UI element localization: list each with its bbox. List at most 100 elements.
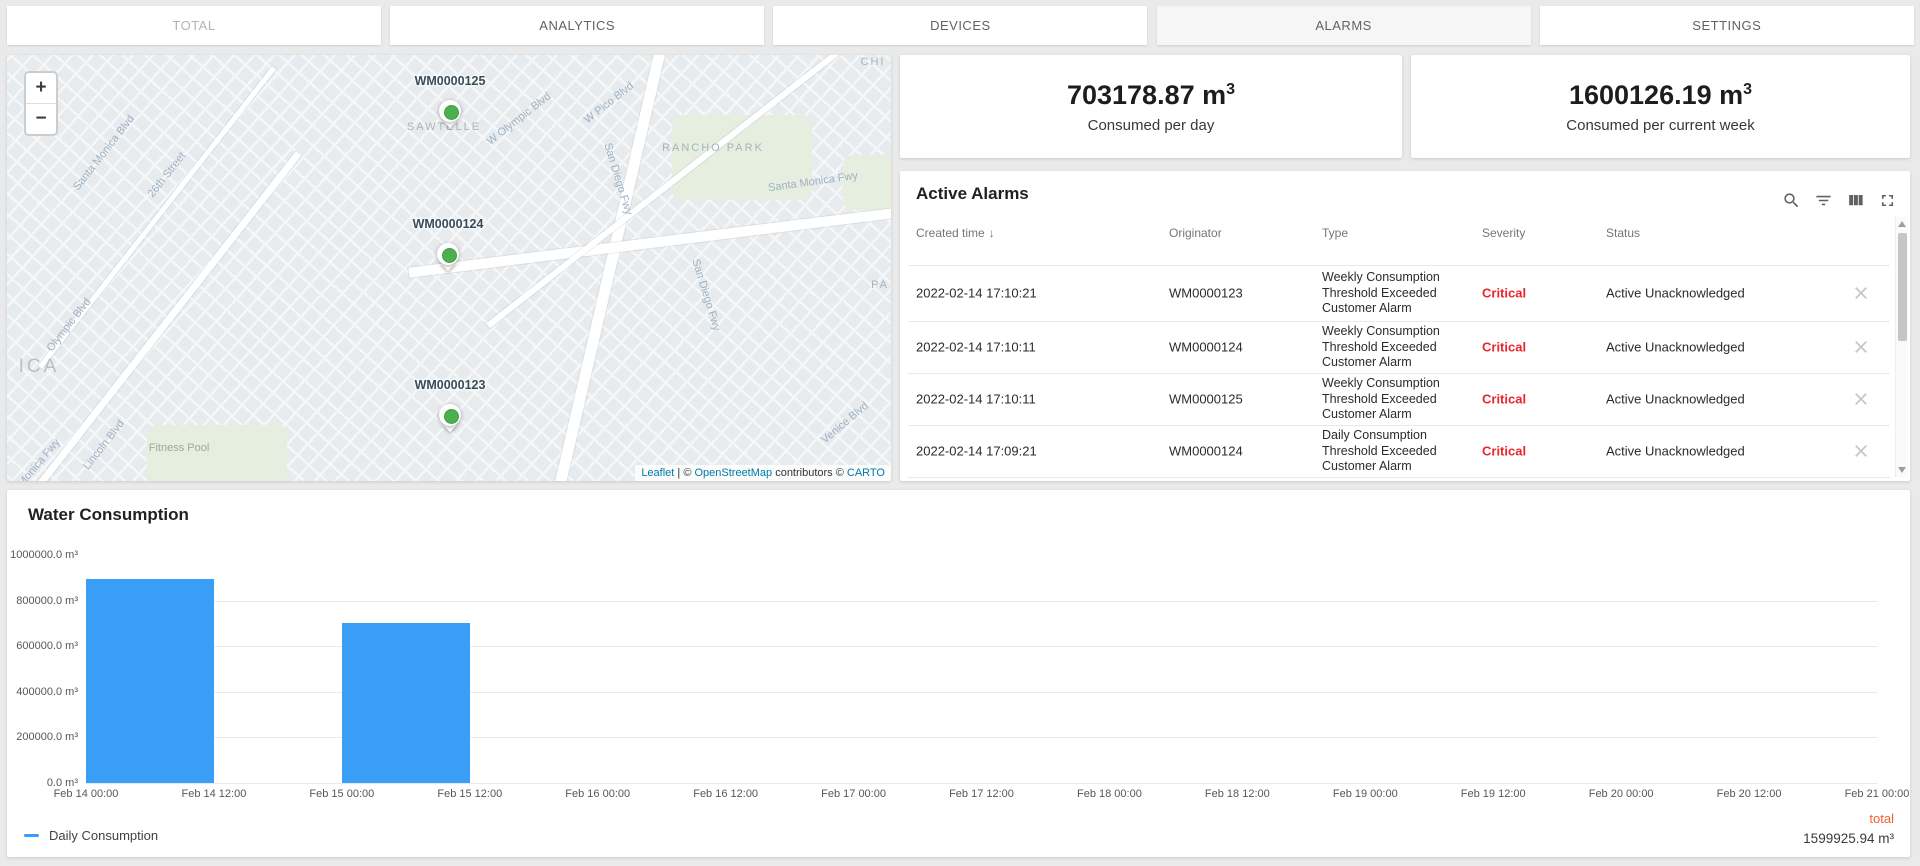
alarm-close-icon[interactable] (1846, 384, 1876, 414)
alarm-cell-status: Active Unacknowledged (1606, 286, 1816, 301)
alarm-cell-created_time: 2022-02-14 17:10:11 (916, 392, 1156, 407)
y-axis-tick-label: 800000.0 m³ (7, 595, 78, 607)
chart-bar (86, 579, 214, 783)
legend-item-daily-consumption[interactable]: Daily Consumption (24, 828, 158, 843)
row-divider (908, 265, 1890, 266)
chart-gridline (86, 783, 1877, 784)
legend-total-value: 1599925.94 m³ (1803, 831, 1894, 846)
alarm-cell-severity: Critical (1482, 392, 1582, 407)
columns-icon[interactable] (1842, 187, 1868, 213)
column-header-severity[interactable]: Severity (1482, 226, 1525, 240)
chart-bar (342, 623, 470, 783)
alarm-row[interactable]: 2022-02-14 17:10:11WM0000124Weekly Consu… (900, 321, 1896, 373)
map-street-label: Fitness Pool (149, 442, 210, 454)
tab-analytics[interactable]: ANALYTICS (390, 6, 764, 45)
alarm-cell-created_time: 2022-02-14 17:10:11 (916, 340, 1156, 355)
attribution-text: contributors © (772, 467, 847, 479)
legend-label: Daily Consumption (49, 828, 158, 843)
column-header-type[interactable]: Type (1322, 226, 1348, 240)
row-divider (908, 373, 1890, 374)
dashboard: TOTALANALYTICSDEVICES ALARMSSETTINGS CHIS… (0, 0, 1920, 866)
openstreetmap-link[interactable]: OpenStreetMap (694, 467, 772, 479)
carto-link[interactable]: CARTO (847, 467, 885, 479)
tab-total[interactable]: TOTAL (7, 6, 381, 45)
alarm-cell-severity: Critical (1482, 286, 1582, 301)
map-pin-dot (442, 248, 457, 263)
chart-title: Water Consumption (28, 505, 189, 525)
map[interactable]: CHISAWTELLEW Pico BlvdW Olympic BlvdRANC… (7, 55, 891, 481)
tab-devices[interactable]: DEVICES (773, 6, 1147, 45)
map-pin-dot (444, 409, 459, 424)
x-axis-tick-label: Feb 14 00:00 (36, 788, 136, 800)
alarm-cell-severity: Critical (1482, 340, 1582, 355)
y-axis-tick-label: 600000.0 m³ (7, 640, 78, 652)
alarm-cell-created_time: 2022-02-14 17:09:21 (916, 444, 1156, 459)
alarm-cell-severity: Critical (1482, 444, 1582, 459)
scrollbar-thumb[interactable] (1898, 233, 1907, 341)
x-axis-tick-label: Feb 18 00:00 (1059, 788, 1159, 800)
x-axis-tick-label: Feb 21 00:00 (1827, 788, 1910, 800)
alarm-close-icon[interactable] (1846, 278, 1876, 308)
alarms-scrollbar[interactable] (1895, 217, 1908, 477)
alarm-cell-created_time: 2022-02-14 17:10:21 (916, 286, 1156, 301)
active-alarms-card: Active Alarms Created time↓ Originator Typ… (900, 171, 1910, 481)
alarm-cell-type: Weekly Consumption Threshold Exceeded Cu… (1322, 376, 1474, 423)
x-axis-tick-label: Feb 15 00:00 (292, 788, 392, 800)
kpi-daily-unit-sup: 3 (1226, 81, 1235, 98)
alarm-row[interactable]: 2022-02-14 17:09:21 WM0000124 Daily Consum… (900, 425, 1896, 477)
zoom-in-button[interactable]: + (26, 73, 56, 103)
alarm-cell-originator: WM0000125 (1169, 392, 1309, 407)
alarm-cell-status: Active Unacknowledged (1606, 444, 1816, 459)
kpi-weekly-caption: Consumed per current week (1566, 117, 1754, 134)
alarm-cell-status: Active Unacknowledged (1606, 340, 1816, 355)
kpi-card-weekly: 1600126.19 m3 Consumed per current week (1411, 55, 1910, 158)
map-attribution: Leaflet | © OpenStreetMap contributors ©… (635, 465, 891, 481)
leaflet-link[interactable]: Leaflet (641, 467, 674, 479)
x-axis-tick-label: Feb 19 12:00 (1443, 788, 1543, 800)
scroll-down-arrow-icon[interactable] (1898, 467, 1906, 473)
map-zoom-control: + − (24, 71, 58, 136)
alarm-cell-originator: WM0000124 (1169, 444, 1309, 459)
search-icon[interactable] (1778, 187, 1804, 213)
legend-total-header: total (1869, 811, 1894, 826)
water-consumption-chart-card: Water Consumption 0.0 m³200000.0 m³40000… (7, 490, 1910, 857)
x-axis-tick-label: Feb 14 12:00 (164, 788, 264, 800)
map-marker-label: WM0000125 (415, 74, 486, 88)
sort-descending-icon[interactable]: ↓ (989, 226, 995, 240)
alarm-cell-type: Daily Consumption Threshold Exceeded Cus… (1322, 428, 1474, 475)
y-axis-tick-label: 200000.0 m³ (7, 731, 78, 743)
chart-gridline (86, 601, 1877, 602)
map-pin-dot (444, 105, 459, 120)
alarm-close-icon[interactable] (1846, 332, 1876, 362)
alarm-row[interactable]: 2022-02-14 17:10:21WM0000123Weekly Consu… (900, 265, 1896, 321)
x-axis-tick-label: Feb 19 00:00 (1315, 788, 1415, 800)
kpi-card-daily: 703178.87 m3 Consumed per day (900, 55, 1402, 158)
alarm-row[interactable]: 2022-02-14 17:10:11 WM0000125 Weekly Consu… (900, 373, 1896, 425)
alarm-cell-type: Weekly Consumption Threshold Exceeded Cu… (1322, 324, 1474, 371)
alarm-close-icon[interactable] (1846, 436, 1876, 466)
x-axis-tick-label: Feb 20 00:00 (1571, 788, 1671, 800)
scroll-up-arrow-icon[interactable] (1898, 221, 1906, 227)
column-header-originator[interactable]: Originator (1169, 226, 1222, 240)
fullscreen-icon[interactable] (1874, 187, 1900, 213)
y-axis-tick-label: 1000000.0 m³ (7, 549, 78, 561)
zoom-out-button[interactable]: − (26, 103, 56, 134)
alarm-cell-type: Weekly Consumption Threshold Exceeded Cu… (1322, 270, 1474, 317)
alarm-cell-status: Active Unacknowledged (1606, 392, 1816, 407)
row-divider (908, 477, 1890, 478)
y-axis-tick-label: 400000.0 m³ (7, 686, 78, 698)
map-street-label: PA (871, 279, 889, 291)
filter-icon[interactable] (1810, 187, 1836, 213)
column-header-created-time[interactable]: Created time↓ (916, 226, 995, 240)
kpi-weekly-unit-sup: 3 (1743, 81, 1752, 98)
x-axis-tick-label: Feb 17 00:00 (804, 788, 904, 800)
tab-settings[interactable]: SETTINGS (1540, 6, 1914, 45)
map-street-label: RANCHO PARK (662, 142, 764, 154)
alarms-title: Active Alarms (916, 184, 1029, 204)
kpi-daily-value: 703178.87 m3 (1067, 80, 1235, 111)
kpi-weekly-value: 1600126.19 m3 (1569, 80, 1752, 111)
column-header-status[interactable]: Status (1606, 226, 1640, 240)
map-street-label: ICA (19, 356, 60, 378)
x-axis-tick-label: Feb 16 12:00 (676, 788, 776, 800)
tab-alarms[interactable]: ALARMS (1157, 6, 1531, 45)
